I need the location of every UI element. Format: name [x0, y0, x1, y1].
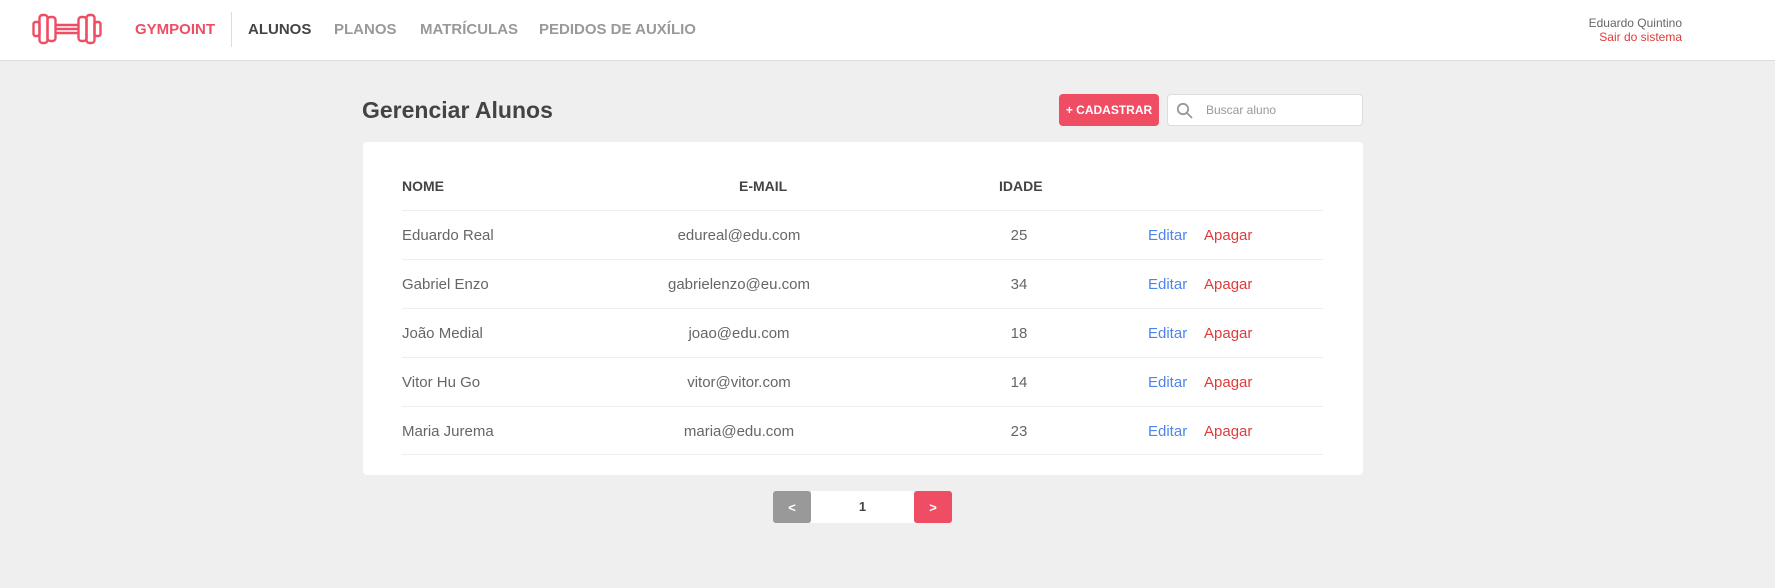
column-header-email: E-MAIL	[739, 178, 788, 194]
brand-name[interactable]: GYMPOINT	[135, 21, 215, 38]
current-page-number: 1	[811, 491, 914, 523]
user-profile: Eduardo Quintino Sair do sistema	[1589, 16, 1682, 45]
table-row: Gabriel Enzo gabrielenzo@eu.com 34 Edita…	[402, 259, 1323, 308]
delete-link[interactable]: Apagar	[1204, 227, 1252, 244]
student-age: 25	[1010, 227, 1028, 244]
nav-divider	[231, 12, 232, 47]
nav-item-pedidos-auxilio[interactable]: PEDIDOS DE AUXÍLIO	[539, 21, 696, 38]
student-name: Maria Jurema	[402, 423, 494, 440]
user-name: Eduardo Quintino	[1588, 16, 1682, 30]
student-name: João Medial	[402, 325, 483, 342]
search-input[interactable]	[1206, 95, 1356, 125]
nav-item-matriculas[interactable]: MATRÍCULAS	[420, 21, 518, 38]
column-header-name: NOME	[402, 178, 444, 194]
delete-link[interactable]: Apagar	[1204, 276, 1252, 293]
pagination: < 1 >	[773, 491, 952, 523]
table-row: Eduardo Real edureal@edu.com 25 Editar A…	[402, 210, 1323, 259]
dumbbell-icon[interactable]	[32, 11, 102, 47]
student-email: joao@edu.com	[688, 325, 790, 342]
delete-link[interactable]: Apagar	[1204, 374, 1252, 391]
student-age: 18	[1010, 325, 1028, 342]
add-student-button[interactable]: + CADASTRAR	[1059, 94, 1159, 126]
top-navbar: GYMPOINT ALUNOS PLANOS MATRÍCULAS PEDIDO…	[0, 0, 1775, 61]
student-name: Eduardo Real	[402, 227, 494, 244]
edit-link[interactable]: Editar	[1148, 227, 1187, 244]
nav-item-alunos[interactable]: ALUNOS	[248, 21, 311, 38]
students-table-card: NOME E-MAIL IDADE Eduardo Real edureal@e…	[363, 142, 1363, 475]
table-row: João Medial joao@edu.com 18 Editar Apaga…	[402, 308, 1323, 357]
previous-page-button[interactable]: <	[773, 491, 811, 523]
delete-link[interactable]: Apagar	[1204, 423, 1252, 440]
edit-link[interactable]: Editar	[1148, 374, 1187, 391]
edit-link[interactable]: Editar	[1148, 276, 1187, 293]
nav-item-planos[interactable]: PLANOS	[334, 21, 397, 38]
student-email: gabrielenzo@eu.com	[668, 276, 810, 293]
column-header-age: IDADE	[999, 178, 1043, 194]
page-title: Gerenciar Alunos	[362, 97, 553, 123]
student-age: 23	[1010, 423, 1028, 440]
edit-link[interactable]: Editar	[1148, 325, 1187, 342]
edit-link[interactable]: Editar	[1148, 423, 1187, 440]
student-email: vitor@vitor.com	[687, 374, 791, 391]
table-row: Vitor Hu Go vitor@vitor.com 14 Editar Ap…	[402, 357, 1323, 406]
delete-link[interactable]: Apagar	[1204, 325, 1252, 342]
search-icon	[1176, 102, 1193, 119]
logout-link[interactable]: Sair do sistema	[1589, 30, 1682, 45]
student-age: 34	[1010, 276, 1028, 293]
student-age: 14	[1010, 374, 1028, 391]
search-box[interactable]	[1167, 94, 1363, 126]
student-name: Gabriel Enzo	[402, 276, 489, 293]
student-name: Vitor Hu Go	[402, 374, 481, 391]
next-page-button[interactable]: >	[914, 491, 952, 523]
student-email: edureal@edu.com	[677, 227, 801, 244]
student-email: maria@edu.com	[683, 423, 795, 440]
table-row: Maria Jurema maria@edu.com 23 Editar Apa…	[402, 406, 1323, 455]
